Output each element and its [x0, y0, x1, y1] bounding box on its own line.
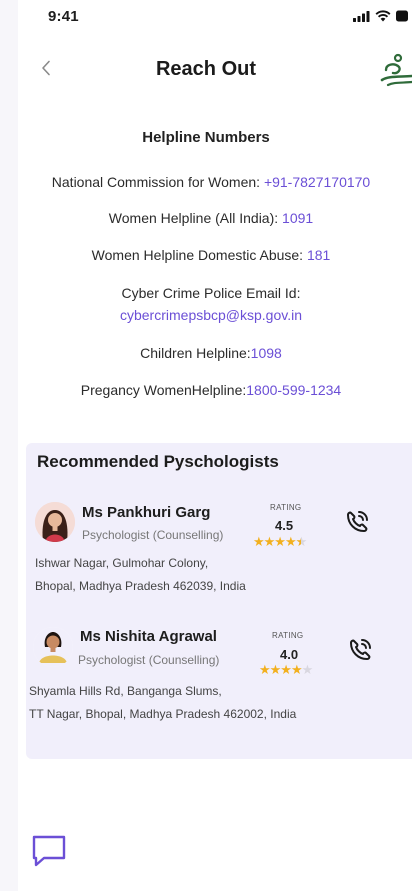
- helpline-label: National Commission for Women:: [51, 174, 264, 190]
- card-title: Recommended Pyschologists: [37, 452, 279, 471]
- recommended-psychologists-card: Recommended Pyschologists Ms Pankhuri Ga…: [26, 443, 412, 759]
- rating-stars: ★★★★★: [259, 662, 313, 677]
- signal-icon: [353, 10, 370, 22]
- address-line: TT Nagar, Bhopal, Madhya Pradesh 462002,…: [29, 707, 297, 721]
- avatar: [35, 502, 75, 542]
- helpline-label: Women Helpline (All India):: [108, 210, 283, 226]
- status-time: 9:41: [48, 8, 79, 25]
- psychologist-item[interactable]: Ms Pankhuri Garg Psychologist (Counselli…: [26, 493, 412, 603]
- helpline-number-link[interactable]: 1098: [251, 345, 282, 361]
- phone-call-icon[interactable]: [342, 507, 372, 537]
- helpline-label: Women Helpline Domestic Abuse:: [91, 247, 307, 263]
- helpline-number-link[interactable]: 181: [307, 247, 330, 263]
- helpline-label: Pregancy WomenHelpline:: [80, 382, 247, 398]
- header: Reach Out: [0, 44, 412, 100]
- helpline-number-link[interactable]: 1091: [282, 210, 313, 226]
- email-link[interactable]: cybercrimepsbcp@ksp.gov.in: [10, 304, 412, 326]
- rating-value: 4.5: [275, 518, 294, 533]
- helpline-women-all-india: Women Helpline (All India): 1091: [10, 208, 412, 228]
- psychologist-name: Ms Pankhuri Garg: [82, 504, 211, 521]
- address-line: Bhopal, Madhya Pradesh 462039, India: [35, 579, 246, 593]
- rating-label: RATING: [272, 631, 304, 640]
- helpline-cyber-crime: Cyber Crime Police Email Id: cybercrimep…: [10, 282, 412, 326]
- helpline-number-link[interactable]: +91-7827170170: [264, 174, 370, 190]
- helpline-domestic-abuse: Women Helpline Domestic Abuse: 181: [10, 245, 412, 265]
- chat-icon[interactable]: [30, 833, 68, 869]
- address-line: Shyamla Hills Rd, Banganga Slums,: [29, 684, 222, 698]
- psychologist-role: Psychologist (Counselling): [78, 653, 220, 667]
- rating-value: 4.0: [280, 647, 299, 662]
- helpline-children: Children Helpline:1098: [10, 343, 412, 363]
- battery-icon: [396, 10, 408, 22]
- helpline-label: Cyber Crime Police Email Id:: [121, 285, 301, 301]
- status-bar: 9:41: [0, 0, 412, 36]
- logo-icon: [380, 53, 412, 87]
- helpline-label: Children Helpline:: [140, 345, 251, 361]
- psychologist-role: Psychologist (Counselling): [82, 528, 224, 542]
- psychologist-item[interactable]: Ms Nishita Agrawal Psychologist (Counsel…: [26, 621, 412, 731]
- avatar: [33, 627, 73, 667]
- helpline-national-commission: National Commission for Women: +91-78271…: [10, 172, 412, 192]
- helpline-pregnancy: Pregancy WomenHelpline:1800-599-1234: [10, 380, 412, 400]
- helpline-section-title: Helpline Numbers: [142, 129, 270, 146]
- address-line: Ishwar Nagar, Gulmohar Colony,: [35, 556, 209, 570]
- page-title: Reach Out: [155, 58, 257, 80]
- psychologist-name: Ms Nishita Agrawal: [80, 628, 217, 645]
- status-icons: [353, 10, 408, 22]
- rating-stars: ★★★★★★: [253, 534, 307, 549]
- rating-label: RATING: [270, 503, 302, 512]
- helpline-number-link[interactable]: 1800-599-1234: [246, 382, 341, 398]
- phone-call-icon[interactable]: [345, 635, 375, 665]
- wifi-icon: [375, 10, 391, 22]
